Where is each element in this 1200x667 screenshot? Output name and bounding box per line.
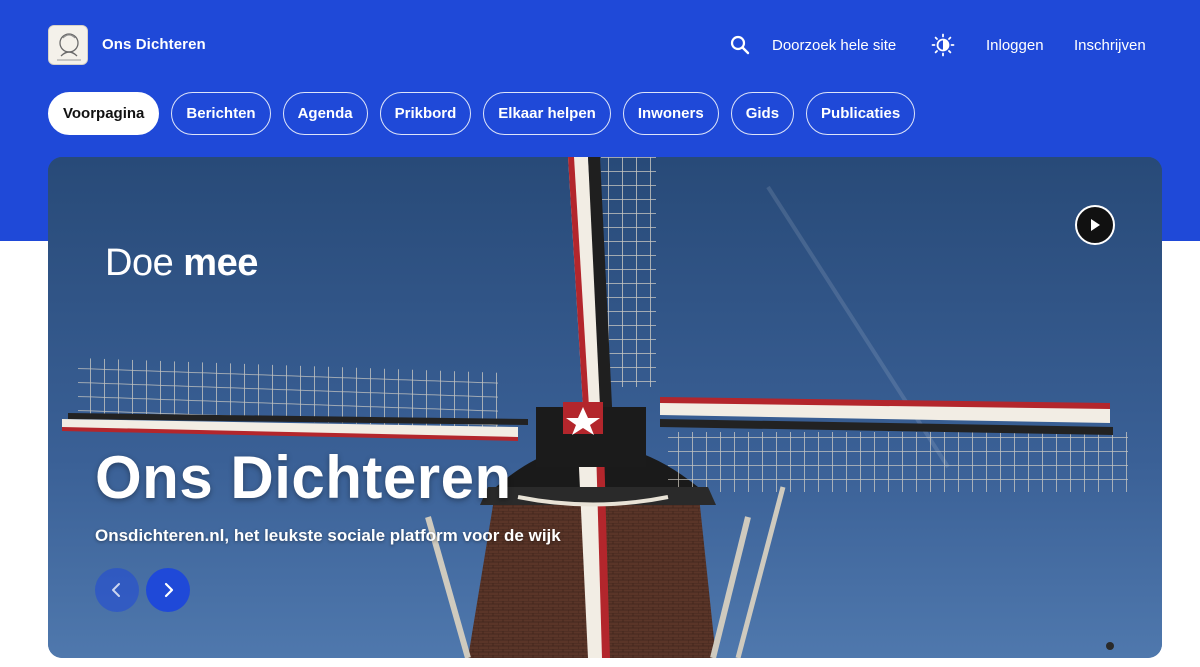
search-icon[interactable] xyxy=(730,35,750,55)
hero-kicker-light: Doe xyxy=(105,242,174,284)
site-name[interactable]: Ons Dichteren xyxy=(102,36,206,53)
nav-item-voorpagina[interactable]: Voorpagina xyxy=(48,92,160,135)
carousel-indicator-dot[interactable] xyxy=(1106,642,1114,650)
nav-item-publicaties[interactable]: Publicaties xyxy=(806,92,916,135)
main-nav: Voorpagina Berichten Agenda Prikbord Elk… xyxy=(48,92,916,135)
nav-item-elkaar-helpen[interactable]: Elkaar helpen xyxy=(483,92,611,135)
hero-carousel: Doe mee Ons Dichteren Onsdichteren.nl, h… xyxy=(48,157,1162,658)
signup-link[interactable]: Inschrijven xyxy=(1074,37,1146,54)
carousel-next-button[interactable] xyxy=(146,568,190,612)
nav-item-agenda[interactable]: Agenda xyxy=(282,92,368,135)
carousel-prev-button[interactable] xyxy=(95,568,139,612)
play-button[interactable] xyxy=(1075,205,1115,245)
search-site-link[interactable]: Doorzoek hele site xyxy=(772,37,896,54)
chevron-right-icon xyxy=(164,582,174,598)
play-icon xyxy=(1091,219,1100,231)
nav-item-prikbord[interactable]: Prikbord xyxy=(379,92,472,135)
nav-item-berichten[interactable]: Berichten xyxy=(171,92,271,135)
logo-illustration-icon xyxy=(49,26,87,64)
sun-icon[interactable] xyxy=(931,33,955,57)
site-logo[interactable] xyxy=(48,25,88,65)
windmill-image xyxy=(48,157,1162,658)
nav-item-inwoners[interactable]: Inwoners xyxy=(622,92,719,135)
chevron-left-icon xyxy=(112,583,120,597)
hero-subtitle: Onsdichteren.nl, het leukste sociale pla… xyxy=(95,526,561,545)
hero-kicker: Doe mee xyxy=(105,242,258,285)
hero-title: Ons Dichteren xyxy=(95,444,512,511)
login-link[interactable]: Inloggen xyxy=(986,37,1044,54)
nav-item-gids[interactable]: Gids xyxy=(730,92,795,135)
hero-kicker-bold: mee xyxy=(183,242,258,284)
